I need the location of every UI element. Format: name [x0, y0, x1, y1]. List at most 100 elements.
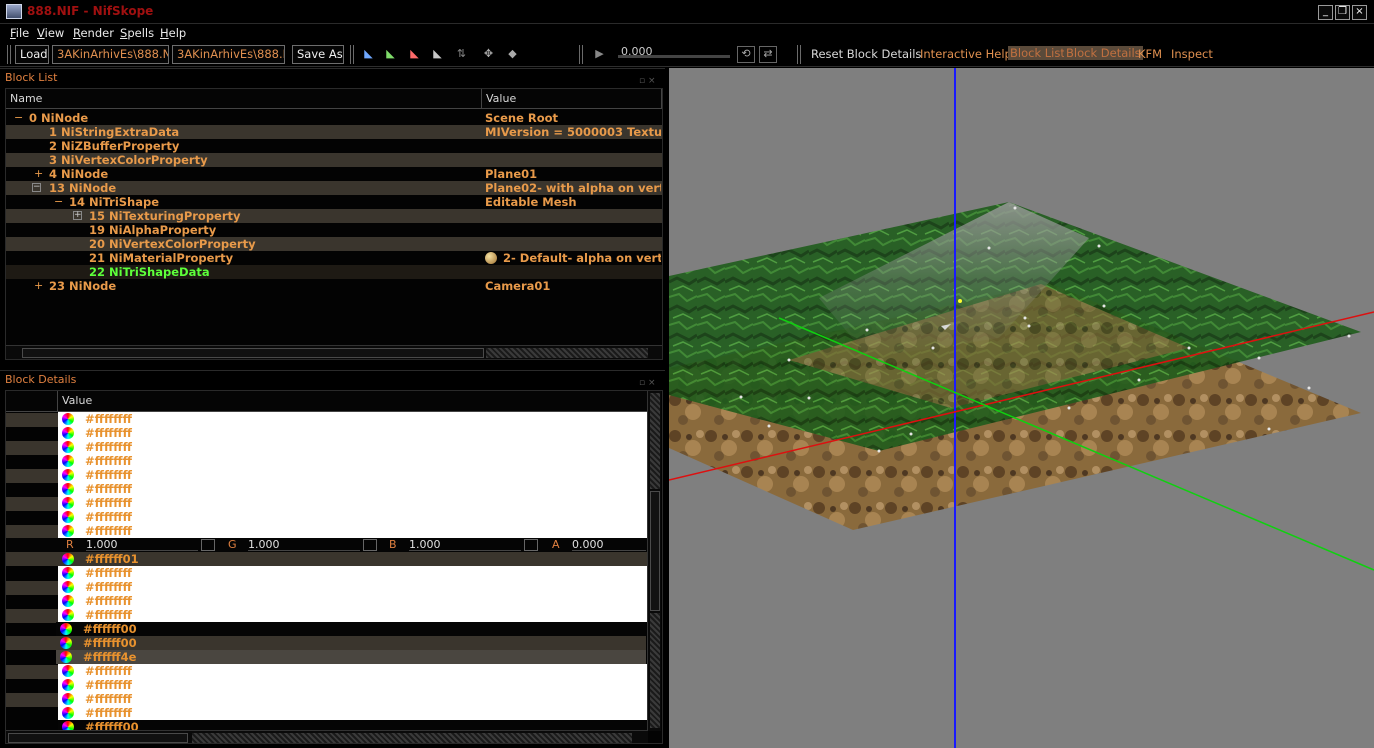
color-row[interactable]: #ffffffff [58, 440, 648, 454]
menu-file[interactable]: File [10, 26, 29, 40]
loop-icon[interactable]: ⟲ [737, 46, 755, 63]
collapse-icon[interactable]: − [14, 111, 23, 125]
color-row[interactable]: #ffffffff [58, 524, 648, 538]
play-icon[interactable]: ▶ [592, 47, 607, 61]
column-header-value[interactable]: Value [58, 391, 648, 412]
b-spin[interactable] [524, 539, 538, 551]
color-row[interactable]: #ffffffff [58, 454, 648, 468]
reset-block-details-button[interactable]: Reset Block Details [811, 47, 921, 61]
color-row[interactable]: #ffffff00 [56, 622, 646, 636]
r-spin[interactable] [201, 539, 215, 551]
toolbar-grip[interactable] [350, 45, 354, 64]
menu-render[interactable]: Render [73, 26, 114, 40]
move-tool-icon[interactable]: ✥ [481, 47, 496, 61]
tree-row-selected[interactable]: 22 NiTriShapeData [6, 265, 662, 279]
color-row[interactable]: #ffffffff [58, 664, 648, 678]
panel-float-icon[interactable]: ▫ × [639, 374, 659, 388]
color-row[interactable]: #ffffff4e [56, 650, 646, 664]
tree-row[interactable]: + 23 NiNode Camera01 [6, 279, 662, 293]
expand-icon[interactable]: + [34, 167, 43, 181]
flip-view-icon[interactable]: ⇅ [454, 47, 469, 61]
g-input[interactable]: 1.000 [248, 538, 360, 551]
scrollbar-track[interactable] [650, 393, 660, 489]
column-header-name[interactable]: Name [6, 89, 482, 109]
color-row[interactable]: #ffffffff [58, 482, 648, 496]
menu-spells[interactable]: Spells [120, 26, 154, 40]
color-row[interactable]: #ffffffff [58, 678, 648, 692]
color-row[interactable]: #ffffffff [58, 594, 648, 608]
tree-row[interactable]: 1 NiStringExtraData MIVersion = 5000003 … [6, 125, 662, 139]
expand-icon[interactable]: + [73, 211, 82, 220]
view-user-icon[interactable]: ◣ [430, 47, 445, 61]
toolbar-grip[interactable] [797, 45, 801, 64]
tree-row[interactable]: − 13 NiNode Plane02- with alpha on verts [6, 181, 662, 195]
save-as-button[interactable]: Save As [292, 45, 344, 64]
tree-row[interactable]: 21 NiMaterialProperty 2- Default- alpha … [6, 251, 662, 265]
tree-row[interactable]: 19 NiAlphaProperty [6, 223, 662, 237]
collapse-icon[interactable]: − [54, 195, 63, 209]
color-row[interactable]: #ffffffff [58, 580, 648, 594]
scrollbar-thumb[interactable] [8, 733, 188, 743]
load-button[interactable]: Load [15, 45, 49, 64]
column-header-name[interactable] [6, 391, 58, 412]
b-input[interactable]: 1.000 [409, 538, 521, 551]
view-front-icon[interactable]: ◣ [383, 47, 398, 61]
block-details-toggle[interactable]: Block Details [1064, 46, 1143, 60]
g-spin[interactable] [363, 539, 377, 551]
block-list-hscrollbar[interactable] [6, 345, 662, 359]
color-row[interactable]: #ffffff00 [56, 636, 646, 650]
color-row[interactable]: #ffffffff [58, 426, 648, 440]
kfm-button[interactable]: KFM [1138, 47, 1162, 61]
menu-view[interactable]: View [37, 26, 64, 40]
block-details-hscrollbar[interactable] [6, 730, 648, 743]
tree-row[interactable]: + 15 NiTexturingProperty [6, 209, 662, 223]
rgba-editor[interactable]: R 1.000 G 1.000 B 1.000 A 0.000 [6, 538, 648, 552]
render-viewport[interactable] [669, 68, 1374, 748]
interactive-help-button[interactable]: Interactive Help [920, 47, 1012, 61]
scrollbar-thumb[interactable] [22, 348, 484, 358]
block-details-vscrollbar[interactable] [647, 391, 661, 731]
toolbar-grip[interactable] [579, 45, 583, 64]
column-header-value[interactable]: Value [482, 89, 662, 109]
scrollbar-track[interactable] [486, 348, 648, 358]
minimize-button[interactable]: _ [1318, 5, 1333, 20]
color-row[interactable]: #ffffffff [58, 510, 648, 524]
r-input[interactable]: 1.000 [86, 538, 198, 551]
scrollbar-thumb[interactable] [650, 491, 660, 611]
color-row-selected[interactable]: #ffffff01 [58, 552, 648, 566]
color-row[interactable]: #ffffffff [58, 692, 648, 706]
restore-button[interactable]: ❐ [1335, 5, 1350, 20]
color-row[interactable]: #ffffff00 [58, 720, 648, 730]
time-slider[interactable] [618, 55, 730, 58]
block-list-toggle[interactable]: Block List [1008, 46, 1067, 60]
inspect-button[interactable]: Inspect [1171, 47, 1213, 61]
block-list-tree[interactable]: Name Value − 0 NiNode Scene Root 1 NiStr… [5, 88, 663, 360]
switch-anim-icon[interactable]: ⇄ [759, 46, 777, 63]
block-details-table[interactable]: Value #ffffffff #ffffffff #ffffffff #fff… [5, 390, 663, 744]
menu-help[interactable]: Help [160, 26, 186, 40]
color-row[interactable]: #ffffffff [58, 566, 648, 580]
tree-row[interactable]: 3 NiVertexColorProperty [6, 153, 662, 167]
toolbar-grip[interactable] [7, 45, 11, 64]
rotate-tool-icon[interactable]: ◆ [505, 47, 520, 61]
view-top-icon[interactable]: ◣ [361, 47, 376, 61]
color-row[interactable]: #ffffffff [58, 706, 648, 720]
close-button[interactable]: × [1352, 5, 1367, 20]
save-path-input[interactable]: 3AKinArhivEs\888.NIF [172, 45, 285, 64]
color-row[interactable]: #ffffffff [58, 608, 648, 622]
color-row[interactable]: #ffffffff [58, 468, 648, 482]
tree-row[interactable]: 2 NiZBufferProperty [6, 139, 662, 153]
scrollbar-track[interactable] [650, 613, 660, 728]
scene-render[interactable] [669, 68, 1374, 748]
collapse-icon[interactable]: − [32, 183, 41, 192]
load-path-input[interactable]: 3AKinArhivEs\888.NIF [52, 45, 169, 64]
a-input[interactable]: 0.000 [572, 538, 646, 551]
tree-row[interactable]: − 14 NiTriShape Editable Mesh [6, 195, 662, 209]
color-row[interactable]: #ffffffff [58, 412, 648, 426]
scrollbar-track[interactable] [192, 733, 632, 743]
expand-icon[interactable]: + [34, 279, 43, 293]
panel-float-icon[interactable]: ▫ × [639, 72, 659, 86]
tree-row[interactable]: + 4 NiNode Plane01 [6, 167, 662, 181]
view-side-icon[interactable]: ◣ [407, 47, 422, 61]
tree-row[interactable]: − 0 NiNode Scene Root [6, 111, 662, 125]
